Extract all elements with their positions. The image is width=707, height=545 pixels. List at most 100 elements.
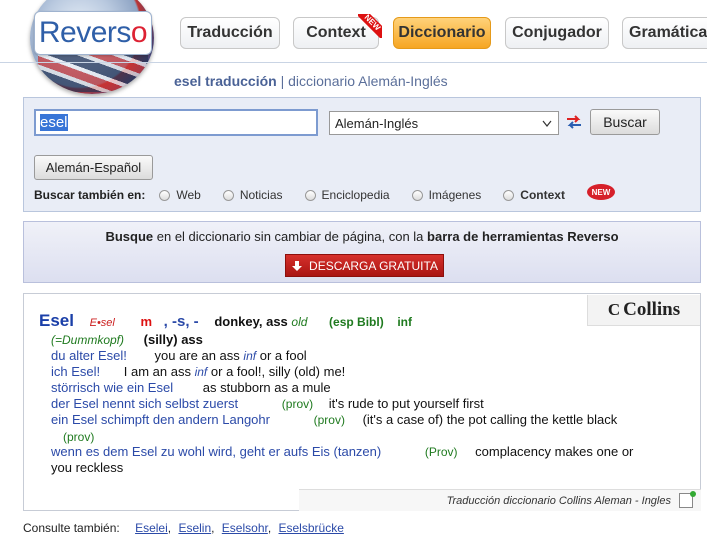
alt-dictionary-button[interactable]: Alemán-Español [34, 155, 153, 180]
tab-conjugador[interactable]: Conjugador [505, 17, 609, 49]
reverso-logo[interactable]: Reverso [34, 11, 152, 55]
new-ribbon-badge: NEW [358, 14, 382, 38]
promo-text: Busque en el diccionario sin cambiar de … [24, 229, 700, 244]
tab-label: Diccionario [398, 24, 486, 41]
dictionary-entry: C Collins Esel E•sel m , -s, - donkey, as… [23, 293, 701, 511]
example-en: complacency makes one or [475, 444, 634, 459]
language-select-value: Alemán-Inglés [335, 116, 419, 131]
tab-label: Context [306, 24, 366, 41]
new-badge: NEW [587, 184, 615, 200]
subtitle-bold: esel traducción [174, 73, 277, 89]
tab-context[interactable]: Context NEW [293, 14, 382, 49]
radio-web[interactable]: Web [159, 188, 201, 202]
example-prov: (prov) [313, 413, 345, 427]
radio-button[interactable] [159, 189, 171, 201]
example-prov-row: (prov) [63, 429, 94, 444]
search-input[interactable]: esel [34, 109, 318, 136]
radio-noticias[interactable]: Noticias [222, 188, 283, 202]
tab-label: Traducción [187, 24, 273, 41]
subtitle-rest: | diccionario Alemán-Inglés [276, 73, 448, 89]
entry-headline: Esel E•sel m , -s, - donkey, ass old (es… [39, 311, 412, 331]
example-en: you are an ass [154, 348, 240, 363]
example-prov: (prov) [281, 397, 314, 411]
example-en: it's rude to put yourself first [328, 396, 484, 411]
example-de[interactable]: der Esel nennt sich selbst zuerst [51, 396, 238, 411]
example-en2: you reckless [51, 460, 124, 475]
radio-label: Context [520, 188, 565, 202]
radio-button[interactable] [503, 189, 515, 201]
source-text: Traducción diccionario Collins Aleman - … [446, 494, 671, 507]
usage-inf: inf [397, 315, 413, 329]
radio-label: Web [176, 188, 201, 202]
example-de[interactable]: ich Esel! [51, 364, 100, 379]
related-link[interactable]: Eselsohr [222, 521, 268, 535]
headword: Esel [39, 311, 74, 330]
search-button-label: Buscar [603, 114, 647, 130]
site-header: Reverso Traducción Context NEW Diccionar… [0, 0, 707, 95]
example-inf: inf [243, 349, 257, 363]
example-de[interactable]: wenn es dem Esel zu wohl wird, geht er a… [51, 444, 381, 459]
page-subtitle: esel traducción | diccionario Alemán-Ing… [174, 73, 448, 89]
related-label: Consulte también: [23, 521, 120, 535]
example-prov: (Prov) [424, 445, 458, 459]
search-also-label: Buscar también en: [34, 188, 146, 202]
chevron-down-icon [542, 120, 552, 127]
example-inf: inf [194, 365, 208, 379]
radio-context[interactable]: Context [503, 188, 565, 202]
promo-bold-1: Busque [105, 229, 154, 244]
collins-logo: C Collins [587, 295, 700, 326]
logo-text: Revers [38, 16, 132, 49]
radio-enciclopedia[interactable]: Enciclopedia [304, 188, 390, 202]
header-divider [0, 62, 707, 63]
usage-bibl: (esp Bibl) [329, 315, 384, 329]
language-select[interactable]: Alemán-Inglés [329, 111, 559, 135]
tab-gramatica[interactable]: Gramática [622, 17, 707, 49]
search-input-value: esel [40, 114, 68, 131]
radio-button[interactable] [222, 189, 234, 201]
example-row: störrisch wie ein Esel as stubborn as a … [51, 380, 331, 395]
radio-label: Enciclopedia [321, 188, 390, 202]
add-document-icon[interactable] [679, 491, 696, 508]
sense-label: (=Dummkopf) [51, 333, 125, 347]
example-de[interactable]: ein Esel schimpft den andern Langohr [51, 412, 270, 427]
download-button[interactable]: DESCARGA GRATUITA [285, 254, 444, 277]
promo-mid: en el diccionario sin cambiar de página,… [153, 229, 428, 244]
example-en: as stubborn as a mule [202, 380, 331, 395]
search-panel: esel Alemán-Inglés Buscar Alemán-Español… [23, 97, 701, 212]
example-de[interactable]: du alter Esel! [51, 348, 127, 363]
example-prov: (prov) [63, 430, 95, 444]
radio-label: Noticias [239, 188, 283, 202]
example-row: ein Esel schimpft den andern Langohr (pr… [51, 412, 617, 427]
main-translation: donkey, ass [214, 314, 288, 329]
radio-button[interactable] [304, 189, 316, 201]
sense-translation: (silly) ass [143, 332, 203, 347]
collins-c-icon: C [607, 300, 621, 319]
gender: m [140, 314, 153, 329]
swap-languages-icon[interactable] [564, 112, 584, 132]
example-en2: or a fool!, silly (old) me! [210, 364, 346, 379]
tab-label: Gramática [629, 24, 707, 41]
download-arrow-icon [292, 260, 303, 271]
related-link[interactable]: Eselei [135, 521, 168, 535]
inflection: , -s, - [163, 313, 199, 330]
logo-text-o: o [130, 16, 148, 49]
radio-label: Imágenes [428, 188, 482, 202]
example-en: (it's a case of) the pot calling the ket… [362, 412, 618, 427]
example-en2: or a fool [259, 348, 307, 363]
tab-diccionario[interactable]: Diccionario [393, 17, 491, 49]
syllabification: E•sel [89, 317, 115, 329]
example-de[interactable]: störrisch wie ein Esel [51, 380, 173, 395]
search-also-row: Buscar también en: Web Noticias Enciclop… [34, 188, 587, 202]
example-row: ich Esel! I am an ass inf or a fool!, si… [51, 364, 345, 379]
search-button[interactable]: Buscar [590, 109, 660, 135]
related-link[interactable]: Eselsbrücke [279, 521, 344, 535]
source-attribution: Traducción diccionario Collins Aleman - … [299, 489, 701, 511]
radio-button[interactable] [411, 189, 423, 201]
example-row: du alter Esel! you are an ass inf or a f… [51, 348, 307, 363]
promo-bold-2: barra de herramientas Reverso [427, 229, 619, 244]
collins-brand: Collins [623, 299, 681, 320]
example-en: I am an ass [123, 364, 191, 379]
tab-traduccion[interactable]: Traducción [180, 17, 280, 49]
radio-imagenes[interactable]: Imágenes [411, 188, 482, 202]
related-link[interactable]: Eselin [178, 521, 211, 535]
